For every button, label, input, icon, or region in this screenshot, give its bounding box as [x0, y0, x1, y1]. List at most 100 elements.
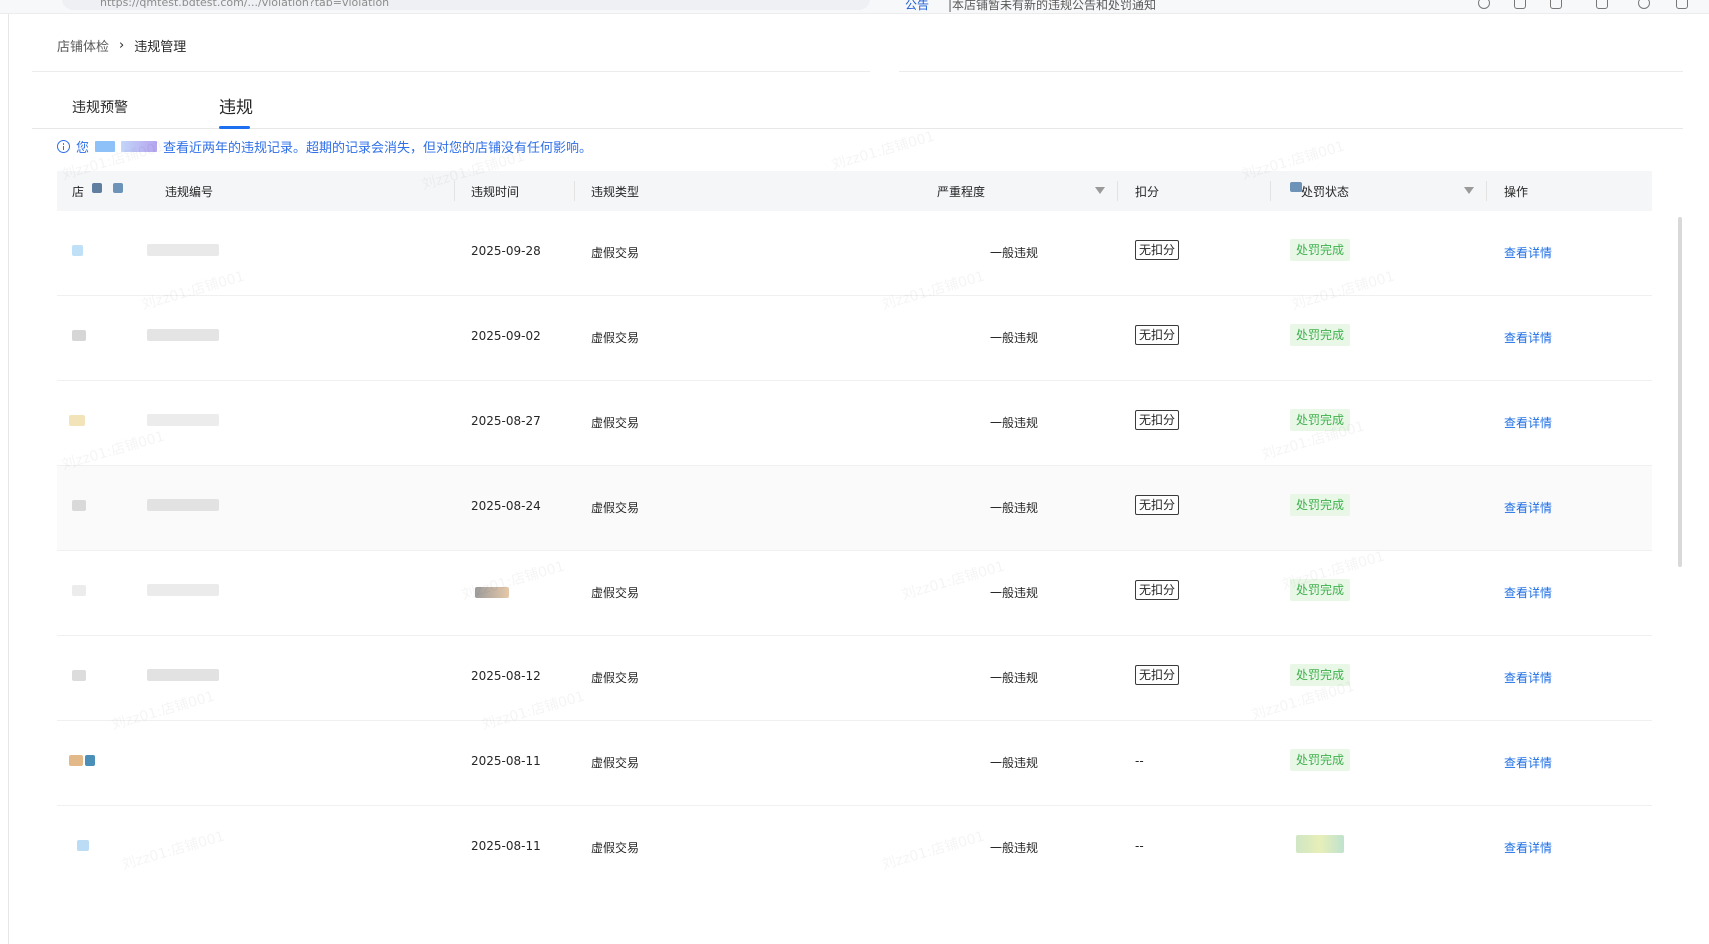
- scrollbar-thumb[interactable]: [1678, 217, 1682, 567]
- column-divider: [1486, 181, 1487, 201]
- violation-time: 2025-09-28: [471, 244, 541, 258]
- column-divider: [454, 181, 455, 201]
- severity: 一般违规: [989, 671, 1038, 685]
- redacted-violation-id: [147, 669, 219, 681]
- extension-icon[interactable]: [1596, 0, 1608, 9]
- frame-edge: [8, 14, 9, 944]
- violation-type: 虚假交易: [591, 671, 640, 685]
- violation-time: 2025-08-24: [471, 499, 541, 513]
- active-tab-indicator: [219, 126, 250, 129]
- view-details-link[interactable]: 查看详情: [1504, 499, 1552, 516]
- violation-time: 2025-08-11: [471, 754, 541, 768]
- redacted-time: [475, 587, 509, 598]
- notice-text: |本店铺暂未有新的违规公告和处罚通知: [948, 0, 1157, 12]
- table-row: 2025-08-24 虚假交易 一般违规 无扣分 处罚完成 查看详情: [57, 466, 1652, 551]
- status-badge: [1290, 834, 1302, 856]
- status-badge: 处罚完成: [1290, 749, 1351, 771]
- redacted-violation-id: [147, 499, 219, 511]
- violation-type: 虚假交易: [591, 246, 640, 260]
- column-time: 违规时间: [471, 185, 520, 199]
- status-badge: 处罚完成: [1290, 324, 1351, 346]
- redacted-shop: [72, 500, 86, 511]
- deduction-tag: 无扣分: [1135, 665, 1180, 685]
- deduction-tag: 无扣分: [1135, 240, 1180, 260]
- notice-label[interactable]: 公告: [905, 0, 929, 13]
- view-details-link[interactable]: 查看详情: [1504, 754, 1552, 771]
- info-text: 查看近两年的违规记录。超期的记录会消失，但对您的店铺没有任何影响。: [163, 141, 593, 156]
- help-icon[interactable]: [1478, 0, 1490, 9]
- redacted-shop: [85, 755, 95, 766]
- redacted-block: [92, 183, 102, 193]
- violation-type: 虚假交易: [591, 416, 640, 430]
- violation-type: 虚假交易: [591, 501, 640, 515]
- divider: [32, 71, 870, 72]
- table-row: 2025-08-11 虚假交易 一般违规 -- 查看详情: [57, 806, 1652, 891]
- severity: 一般违规: [989, 841, 1038, 855]
- deduction-tag: 无扣分: [1135, 410, 1180, 430]
- table-header: 店 违规编号 违规时间 违规类型 严重程度 扣分 处罚状态 操作: [57, 171, 1652, 211]
- severity: 一般违规: [989, 501, 1038, 515]
- redacted-status: [1296, 835, 1344, 853]
- view-details-link[interactable]: 查看详情: [1504, 414, 1552, 431]
- column-deduction: 扣分: [1135, 185, 1160, 199]
- redacted-violation-id: [147, 329, 219, 341]
- view-details-link[interactable]: 查看详情: [1504, 669, 1552, 686]
- violation-type: 虚假交易: [591, 756, 640, 770]
- browser-toolbar: https://qmtest.bdtest.com/.../violation?…: [0, 0, 1709, 14]
- deduction-tag: 无扣分: [1135, 325, 1180, 345]
- violation-type: 虚假交易: [591, 331, 640, 345]
- breadcrumb-parent[interactable]: 店铺体检: [57, 36, 109, 55]
- severity: 一般违规: [989, 756, 1038, 770]
- redacted-shop: [77, 840, 89, 851]
- violation-time: 2025-08-12: [471, 669, 541, 683]
- redacted-block: [121, 141, 158, 152]
- tab-violation[interactable]: 违规: [219, 93, 253, 118]
- status-filter-icon[interactable]: [1464, 187, 1474, 194]
- redacted-block: [113, 183, 123, 193]
- violation-time: 2025-09-02: [471, 329, 541, 343]
- severity: 一般违规: [989, 416, 1038, 430]
- tab-violation-warning[interactable]: 违规预警: [72, 97, 128, 117]
- redacted-shop: [69, 415, 85, 426]
- table-row: 虚假交易 一般违规 无扣分 处罚完成 查看详情: [57, 551, 1652, 636]
- severity: 一般违规: [989, 246, 1038, 260]
- star-icon[interactable]: [1550, 0, 1562, 9]
- view-details-link[interactable]: 查看详情: [1504, 839, 1552, 856]
- status-badge: 处罚完成: [1290, 664, 1351, 686]
- profile-icon[interactable]: [1638, 0, 1650, 9]
- tab-bar: 违规预警 违规: [32, 92, 1683, 129]
- redacted-shop: [72, 670, 86, 681]
- deduction-tag: 无扣分: [1135, 495, 1180, 515]
- cart-icon[interactable]: [1514, 0, 1526, 9]
- column-status: 处罚状态: [1301, 185, 1350, 199]
- status-badge: 处罚完成: [1290, 579, 1351, 601]
- redacted-violation-id: [147, 414, 219, 426]
- deduction-empty: --: [1135, 754, 1144, 768]
- violation-type: 虚假交易: [591, 586, 640, 600]
- view-details-link[interactable]: 查看详情: [1504, 244, 1552, 261]
- deduction-tag: 无扣分: [1135, 580, 1180, 600]
- redacted-violation-id: [147, 244, 219, 256]
- table-row: 2025-08-27 虚假交易 一般违规 无扣分 处罚完成 查看详情: [57, 381, 1652, 466]
- redacted-shop: [69, 755, 83, 766]
- table-row: 2025-08-12 虚假交易 一般违规 无扣分 处罚完成 查看详情: [57, 636, 1652, 721]
- violation-type: 虚假交易: [591, 841, 640, 855]
- column-violation-id: 违规编号: [165, 185, 214, 199]
- view-details-link[interactable]: 查看详情: [1504, 329, 1552, 346]
- table-row: 2025-09-28 虚假交易 一般违规 无扣分 处罚完成 查看详情: [57, 211, 1652, 296]
- view-details-link[interactable]: 查看详情: [1504, 584, 1552, 601]
- violation-time: 2025-08-27: [471, 414, 541, 428]
- redacted-block: [95, 141, 116, 152]
- column-divider: [1270, 181, 1271, 201]
- status-badge: 处罚完成: [1290, 409, 1351, 431]
- severity: 一般违规: [989, 331, 1038, 345]
- breadcrumb-current: 违规管理: [134, 40, 187, 55]
- status-badge: 处罚完成: [1290, 239, 1351, 261]
- info-icon: [57, 140, 70, 153]
- severity-filter-icon[interactable]: [1095, 187, 1105, 194]
- info-prefix: 您: [76, 141, 90, 156]
- chat-icon[interactable]: [1676, 0, 1688, 9]
- address-url: https://qmtest.bdtest.com/.../violation?…: [100, 0, 390, 9]
- column-action: 操作: [1504, 185, 1529, 199]
- chevron-right-icon: ›: [119, 38, 125, 53]
